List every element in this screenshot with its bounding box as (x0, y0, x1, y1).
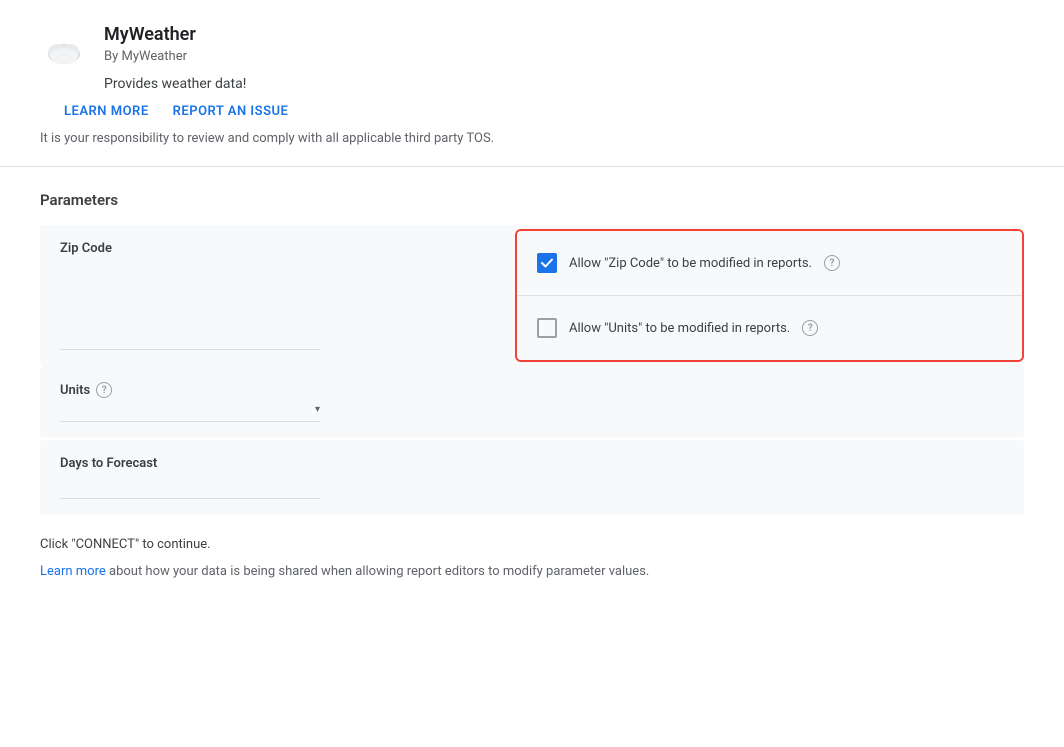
zip-code-input[interactable] (60, 322, 320, 350)
footer-learn-more-link[interactable]: Learn more (40, 564, 106, 579)
units-input[interactable] (60, 401, 311, 417)
chevron-down-icon: ▾ (315, 404, 320, 415)
units-help-icon[interactable]: ? (802, 320, 818, 336)
units-right: Allow "Units" to be modified in reports.… (517, 296, 1022, 360)
units-label-help-icon[interactable]: ? (96, 382, 112, 398)
units-label-row: Units ? (60, 382, 495, 398)
days-to-forecast-input[interactable] (60, 471, 320, 499)
zip-code-help-icon[interactable]: ? (824, 255, 840, 271)
units-row: Units ? ▾ (40, 366, 1024, 438)
days-to-forecast-label-row: Days to Forecast (60, 456, 495, 471)
zip-code-left: Zip Code (40, 225, 515, 366)
zip-code-label: Zip Code (60, 241, 112, 256)
footer-suffix: about how your data is being shared when… (106, 564, 650, 579)
header-info: MyWeather By MyWeather Provides weather … (104, 24, 246, 92)
zip-code-allow-label: Allow "Zip Code" to be modified in repor… (569, 256, 812, 271)
parameters-section: Parameters Zip Code (0, 191, 1064, 515)
app-description: Provides weather data! (104, 76, 246, 92)
units-label: Units (60, 383, 90, 398)
parameters-title: Parameters (40, 191, 1024, 209)
zip-code-label-row: Zip Code (60, 241, 495, 256)
days-to-forecast-left: Days to Forecast (40, 440, 515, 515)
units-allow-label: Allow "Units" to be modified in reports. (569, 321, 790, 336)
links-row: LEARN MORE REPORT AN ISSUE (0, 104, 1064, 119)
days-to-forecast-right-spacer (515, 440, 1024, 515)
app-title: MyWeather (104, 24, 246, 45)
units-left: Units ? ▾ (40, 366, 515, 438)
days-to-forecast-label: Days to Forecast (60, 456, 157, 471)
zip-code-row: Zip Code Allow "Zip Code" to be modified… (40, 225, 1024, 366)
app-header: MyWeather By MyWeather Provides weather … (0, 0, 1064, 92)
units-right-spacer (515, 366, 1024, 438)
app-subtitle: By MyWeather (104, 49, 246, 64)
footer-click-note: Click "CONNECT" to continue. (40, 537, 211, 552)
footer-note: Click "CONNECT" to continue. (0, 517, 1064, 560)
footer-link-row: Learn more about how your data is being … (0, 560, 1064, 603)
zip-code-checkbox[interactable] (537, 253, 557, 273)
app-icon (40, 26, 88, 74)
learn-more-link[interactable]: LEARN MORE (64, 104, 149, 119)
units-checkbox[interactable] (537, 318, 557, 338)
section-divider (0, 166, 1064, 167)
report-issue-link[interactable]: REPORT AN ISSUE (173, 104, 289, 119)
days-to-forecast-row: Days to Forecast (40, 440, 1024, 515)
zip-code-right: Allow "Zip Code" to be modified in repor… (517, 231, 1022, 295)
units-dropdown[interactable]: ▾ (60, 401, 320, 422)
tos-text: It is your responsibility to review and … (0, 119, 1064, 166)
